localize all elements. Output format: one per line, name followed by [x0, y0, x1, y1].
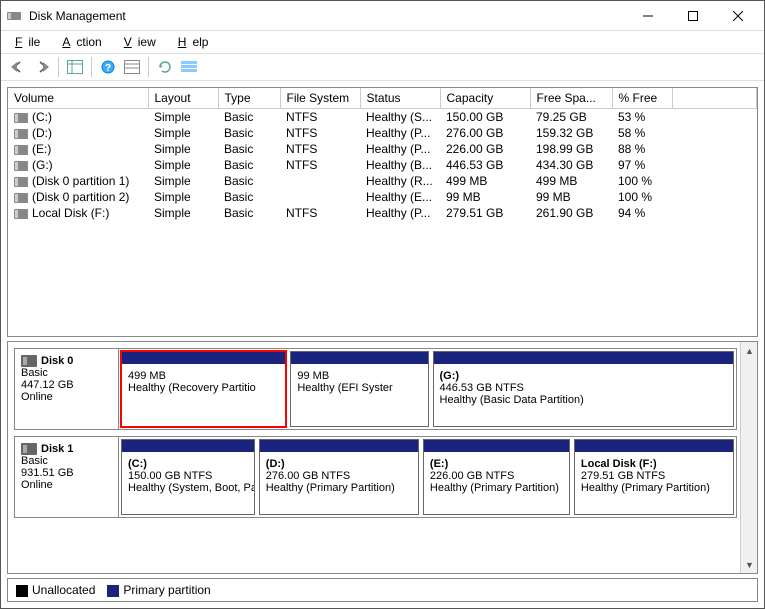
col-free[interactable]: Free Spa...: [530, 88, 612, 109]
table-row[interactable]: (Disk 0 partition 2)SimpleBasicHealthy (…: [8, 189, 757, 205]
partition[interactable]: 99 MBHealthy (EFI Syster: [290, 351, 428, 427]
volume-icon: [14, 161, 28, 171]
partition-stripe: [575, 440, 733, 452]
partition[interactable]: Local Disk (F:)279.51 GB NTFSHealthy (Pr…: [574, 439, 734, 515]
partition[interactable]: 499 MBHealthy (Recovery Partitio: [120, 350, 287, 428]
table-row[interactable]: (G:)SimpleBasicNTFSHealthy (B...446.53 G…: [8, 157, 757, 173]
col-status[interactable]: Status: [360, 88, 440, 109]
col-volume[interactable]: Volume: [8, 88, 148, 109]
volume-table[interactable]: VolumeLayoutTypeFile SystemStatusCapacit…: [7, 87, 758, 337]
show-hide-icon[interactable]: [64, 56, 86, 78]
menu-help[interactable]: Help: [172, 33, 221, 51]
partition[interactable]: (G:)446.53 GB NTFSHealthy (Basic Data Pa…: [433, 351, 735, 427]
col-pct[interactable]: % Free: [612, 88, 672, 109]
scroll-down-icon[interactable]: ▼: [741, 556, 758, 573]
list-icon[interactable]: [178, 56, 200, 78]
table-row[interactable]: (E:)SimpleBasicNTFSHealthy (P...226.00 G…: [8, 141, 757, 157]
settings-icon[interactable]: [121, 56, 143, 78]
disk-info: Disk 0Basic447.12 GBOnline: [15, 349, 119, 429]
volume-icon: [14, 177, 28, 187]
table-row[interactable]: (D:)SimpleBasicNTFSHealthy (P...276.00 G…: [8, 125, 757, 141]
partition-stripe: [434, 352, 734, 364]
col-capacity[interactable]: Capacity: [440, 88, 530, 109]
partition-stripe: [291, 352, 427, 364]
partition-stripe: [122, 440, 254, 452]
scrollbar[interactable]: ▲ ▼: [740, 342, 757, 573]
col-type[interactable]: Type: [218, 88, 280, 109]
table-row[interactable]: (Disk 0 partition 1)SimpleBasicHealthy (…: [8, 173, 757, 189]
refresh-icon[interactable]: [154, 56, 176, 78]
partition-stripe: [122, 352, 285, 364]
toolbar: ?: [1, 53, 764, 81]
titlebar: Disk Management: [1, 1, 764, 31]
content: VolumeLayoutTypeFile SystemStatusCapacit…: [1, 81, 764, 608]
partitions: (C:)150.00 GB NTFSHealthy (System, Boot,…: [119, 437, 736, 517]
legend-unallocated: Unallocated: [16, 583, 95, 597]
partition[interactable]: (E:)226.00 GB NTFSHealthy (Primary Parti…: [423, 439, 570, 515]
table-row[interactable]: (C:)SimpleBasicNTFSHealthy (S...150.00 G…: [8, 109, 757, 126]
partition-stripe: [260, 440, 418, 452]
disk-row[interactable]: Disk 0Basic447.12 GBOnline499 MBHealthy …: [14, 348, 737, 430]
close-button[interactable]: [715, 1, 760, 30]
disk-management-window: Disk Management File Action View Help ? …: [0, 0, 765, 609]
forward-button[interactable]: [31, 56, 53, 78]
disk-icon: [21, 355, 37, 367]
disk-icon: [21, 443, 37, 455]
volume-icon: [14, 129, 28, 139]
menubar: File Action View Help: [1, 31, 764, 53]
menu-view[interactable]: View: [118, 33, 168, 51]
partition[interactable]: (C:)150.00 GB NTFSHealthy (System, Boot,…: [121, 439, 255, 515]
graphical-view[interactable]: Disk 0Basic447.12 GBOnline499 MBHealthy …: [7, 341, 758, 574]
table-row[interactable]: Local Disk (F:)SimpleBasicNTFSHealthy (P…: [8, 205, 757, 221]
partitions: 499 MBHealthy (Recovery Partitio99 MBHea…: [119, 349, 736, 429]
svg-text:?: ?: [105, 63, 111, 74]
help-icon[interactable]: ?: [97, 56, 119, 78]
menu-file[interactable]: File: [9, 33, 52, 51]
col-layout[interactable]: Layout: [148, 88, 218, 109]
maximize-button[interactable]: [670, 1, 715, 30]
window-title: Disk Management: [29, 9, 625, 23]
volume-icon: [14, 209, 28, 219]
disk-info: Disk 1Basic931.51 GBOnline: [15, 437, 119, 517]
partition[interactable]: (D:)276.00 GB NTFSHealthy (Primary Parti…: [259, 439, 419, 515]
minimize-button[interactable]: [625, 1, 670, 30]
volume-icon: [14, 193, 28, 203]
col-fs[interactable]: File System: [280, 88, 360, 109]
back-button[interactable]: [7, 56, 29, 78]
disk-row[interactable]: Disk 1Basic931.51 GBOnline(C:)150.00 GB …: [14, 436, 737, 518]
scroll-up-icon[interactable]: ▲: [741, 342, 758, 359]
volume-icon: [14, 145, 28, 155]
menu-action[interactable]: Action: [56, 33, 113, 51]
partition-stripe: [424, 440, 569, 452]
app-icon: [5, 7, 23, 25]
legend-primary: Primary partition: [107, 583, 210, 597]
volume-icon: [14, 113, 28, 123]
legend: Unallocated Primary partition: [7, 578, 758, 602]
